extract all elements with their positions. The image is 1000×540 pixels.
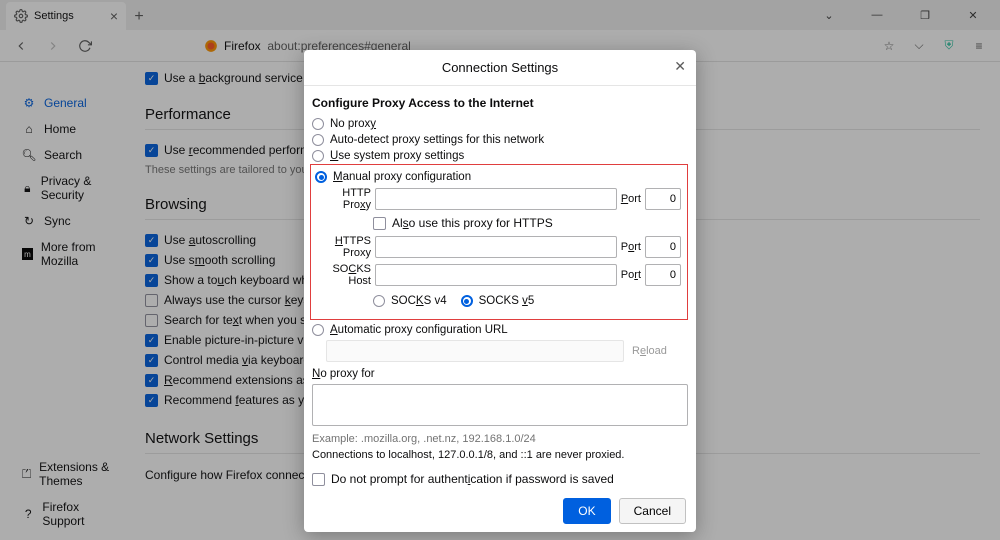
- socks-host-row: SOCKS Host Port: [311, 261, 681, 289]
- no-proxy-for-section: No proxy for Example: .mozilla.org, .net…: [312, 368, 688, 461]
- radio-auto-url[interactable]: Automatic proxy configuration URL: [312, 322, 688, 338]
- also-https-checkbox[interactable]: Also use this proxy for HTTPS: [373, 213, 681, 233]
- radio-icon[interactable]: [373, 295, 385, 307]
- radio-label: Automatic proxy configuration URL: [330, 324, 508, 336]
- radio-label: No proxy: [330, 118, 376, 130]
- https-proxy-row: HTTPS Proxy Port: [311, 233, 681, 261]
- http-port-input[interactable]: [645, 188, 681, 210]
- port-label: Port: [621, 193, 641, 205]
- radio-auto-detect[interactable]: Auto-detect proxy settings for this netw…: [312, 132, 688, 148]
- connection-settings-dialog: Connection Settings ✕ Configure Proxy Ac…: [304, 50, 696, 532]
- radio-label: Use system proxy settings: [330, 150, 464, 162]
- no-prompt-checkbox[interactable]: Do not prompt for authentication if pass…: [312, 469, 688, 489]
- pref-label: Also use this proxy for HTTPS: [392, 216, 553, 230]
- socks-host-input[interactable]: [375, 264, 617, 286]
- radio-socks-v4[interactable]: SOCKS v4: [373, 293, 447, 309]
- radio-no-proxy[interactable]: No proxy: [312, 116, 688, 132]
- checkbox-icon[interactable]: [312, 473, 325, 486]
- radio-label: Auto-detect proxy settings for this netw…: [330, 134, 544, 146]
- pref-label: Do not prompt for authentication if pass…: [331, 472, 614, 486]
- dialog-body: Configure Proxy Access to the Internet N…: [304, 86, 696, 490]
- radio-icon[interactable]: [312, 150, 324, 162]
- http-proxy-label: HTTP Proxy: [315, 187, 371, 211]
- radio-manual-proxy[interactable]: Manual proxy configuration: [311, 169, 681, 185]
- no-proxy-for-textarea[interactable]: [312, 384, 688, 426]
- manual-proxy-section: Manual proxy configuration HTTP Proxy Po…: [310, 164, 688, 320]
- auto-url-input: [326, 340, 624, 362]
- radio-label: Manual proxy configuration: [333, 171, 471, 183]
- radio-icon[interactable]: [315, 171, 327, 183]
- radio-system-proxy[interactable]: Use system proxy settings: [312, 148, 688, 164]
- radio-icon[interactable]: [461, 295, 473, 307]
- localhost-note: Connections to localhost, 127.0.0.1/8, a…: [312, 449, 688, 461]
- dialog-heading: Configure Proxy Access to the Internet: [312, 96, 688, 110]
- dialog-header: Connection Settings ✕: [304, 50, 696, 86]
- socks-port-input[interactable]: [645, 264, 681, 286]
- radio-label: SOCKS v5: [479, 295, 535, 307]
- dialog-title: Connection Settings: [442, 60, 558, 75]
- https-proxy-label: HTTPS Proxy: [315, 235, 371, 259]
- close-icon[interactable]: ✕: [674, 58, 686, 75]
- radio-icon[interactable]: [312, 324, 324, 336]
- port-label: Port: [621, 241, 641, 253]
- https-proxy-input[interactable]: [375, 236, 617, 258]
- dialog-footer: OK Cancel: [304, 490, 696, 532]
- cancel-button[interactable]: Cancel: [619, 498, 686, 524]
- https-port-input[interactable]: [645, 236, 681, 258]
- port-label: Port: [621, 269, 641, 281]
- checkbox-icon[interactable]: [373, 217, 386, 230]
- http-proxy-row: HTTP Proxy Port: [311, 185, 681, 213]
- radio-socks-v5[interactable]: SOCKS v5: [461, 293, 535, 309]
- reload-button: Reload: [632, 345, 667, 357]
- no-proxy-for-label: No proxy for: [312, 368, 688, 380]
- proxy-dns-checkbox[interactable]: Proxy DNS when using SOCKS v5: [312, 489, 688, 490]
- ok-button[interactable]: OK: [563, 498, 610, 524]
- radio-label: SOCKS v4: [391, 295, 447, 307]
- socks-host-label: SOCKS Host: [315, 263, 371, 287]
- radio-icon[interactable]: [312, 134, 324, 146]
- socks-version-group: SOCKS v4 SOCKS v5: [373, 289, 681, 311]
- example-text: Example: .mozilla.org, .net.nz, 192.168.…: [312, 433, 688, 445]
- http-proxy-input[interactable]: [375, 188, 617, 210]
- radio-icon[interactable]: [312, 118, 324, 130]
